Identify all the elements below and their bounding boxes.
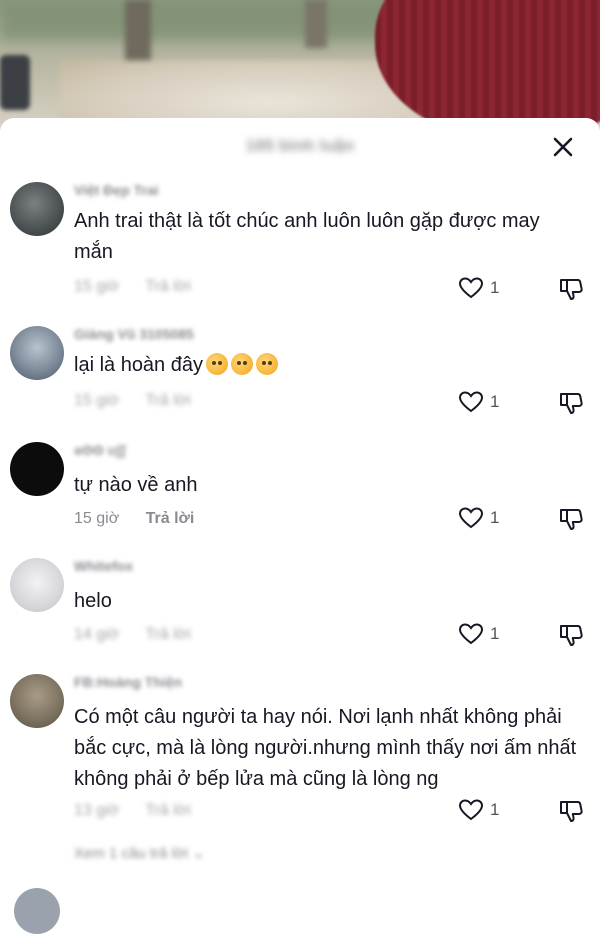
comment-text: tự nào về anh (74, 474, 198, 496)
comment-username[interactable]: Giàng Vũ 3105085 (74, 326, 194, 342)
comment-username[interactable]: Whitefox (74, 558, 133, 574)
sheet-header: 185 bình luận (0, 118, 600, 174)
reply-button[interactable]: Trả lời (145, 278, 190, 295)
thumbs-down-icon (560, 509, 583, 530)
video-tree (125, 0, 151, 60)
heart-icon (458, 507, 484, 529)
heart-icon (458, 277, 484, 299)
avatar[interactable] (10, 182, 64, 236)
comment-text: Có một câu người ta hay nói. Nơi lạnh nh… (74, 706, 577, 790)
comment-count-title: 185 bình luận (245, 136, 355, 155)
like-count: 1 (490, 392, 500, 411)
avatar[interactable] (10, 442, 64, 496)
smiling-face-with-hearts-icon (205, 353, 228, 375)
comment-item: Việt Đẹp Trai Anh trai thật là tốt chúc … (0, 182, 600, 302)
reply-button[interactable]: Trả lời (146, 510, 195, 527)
close-icon (553, 137, 573, 157)
comment-time: 15 giờ (74, 278, 120, 295)
thumbs-down-icon (560, 625, 583, 646)
heart-icon (458, 391, 484, 413)
dislike-button[interactable] (558, 622, 584, 653)
thumbs-down-icon (560, 801, 583, 822)
comment-item: FB:Hoàng Thiện Có một câu người ta hay n… (0, 674, 600, 864)
reply-button[interactable]: Trả lời (145, 392, 190, 409)
avatar[interactable] (10, 558, 64, 612)
avatar[interactable] (14, 888, 60, 934)
video-vehicle (0, 55, 30, 110)
comment-text: Anh trai thật là tốt chúc anh luôn luôn … (74, 210, 540, 263)
comment-text: helo (74, 590, 112, 612)
like-button[interactable]: 1 (458, 798, 499, 822)
comment-meta: 14 giờ Trả lời (74, 626, 191, 644)
dislike-button[interactable] (558, 798, 584, 829)
dislike-button[interactable] (558, 390, 584, 421)
comment-username[interactable]: ɞʘʘ ʊʃʃ (74, 442, 126, 458)
comment-text-content: lại là hoàn đây (74, 354, 203, 376)
comment-item: Whitefox helo 14 giờ Trả lời 1 (0, 558, 600, 648)
comment-text: lại là hoàn đây (74, 350, 584, 381)
video-background (0, 0, 600, 130)
comment-item: ɞʘʘ ʊʃʃ tự nào về anh 15 giờ Trả lời 1 (0, 442, 600, 532)
reply-button[interactable]: Trả lời (145, 802, 190, 819)
close-button[interactable] (550, 134, 576, 160)
like-count: 1 (490, 800, 500, 819)
comment-time: 13 giờ (74, 802, 120, 819)
heart-icon (458, 799, 484, 821)
like-button[interactable]: 1 (458, 622, 499, 646)
comment-item: Giàng Vũ 3105085 lại là hoàn đây 15 giờ … (0, 326, 600, 416)
smiling-face-with-hearts-icon (230, 353, 253, 375)
avatar[interactable] (10, 674, 64, 728)
like-button[interactable]: 1 (458, 390, 499, 414)
view-replies-button[interactable]: Xem 1 câu trả lời ⌄ (74, 844, 205, 862)
like-button[interactable]: 1 (458, 506, 499, 530)
thumbs-down-icon (560, 279, 583, 300)
comment-meta: 15 giờ Trả lời (74, 392, 191, 410)
comment-time: 15 giờ (74, 510, 120, 527)
comment-meta: 15 giờ Trả lời (74, 510, 194, 528)
reply-button[interactable]: Trả lời (145, 626, 190, 643)
like-count: 1 (490, 508, 500, 527)
comment-time: 15 giờ (74, 392, 120, 409)
thumbs-down-icon (560, 393, 583, 414)
smiling-face-with-hearts-icon (255, 353, 278, 375)
heart-icon (458, 623, 484, 645)
comment-username[interactable]: Việt Đẹp Trai (74, 182, 159, 198)
comments-sheet: 185 bình luận Việt Đẹp Trai Anh trai thậ… (0, 118, 600, 934)
comment-meta: 15 giờ Trả lời (74, 278, 191, 296)
avatar[interactable] (10, 326, 64, 380)
like-button[interactable]: 1 (458, 276, 499, 300)
comment-meta: 13 giờ Trả lời (74, 802, 191, 820)
video-tree (305, 0, 327, 48)
comment-time: 14 giờ (74, 626, 120, 643)
like-count: 1 (490, 624, 500, 643)
view-replies-label: Xem 1 câu trả lời (74, 845, 189, 862)
dislike-button[interactable] (558, 276, 584, 307)
comment-username[interactable]: FB:Hoàng Thiện (74, 674, 182, 690)
like-count: 1 (490, 278, 500, 297)
dislike-button[interactable] (558, 506, 584, 537)
